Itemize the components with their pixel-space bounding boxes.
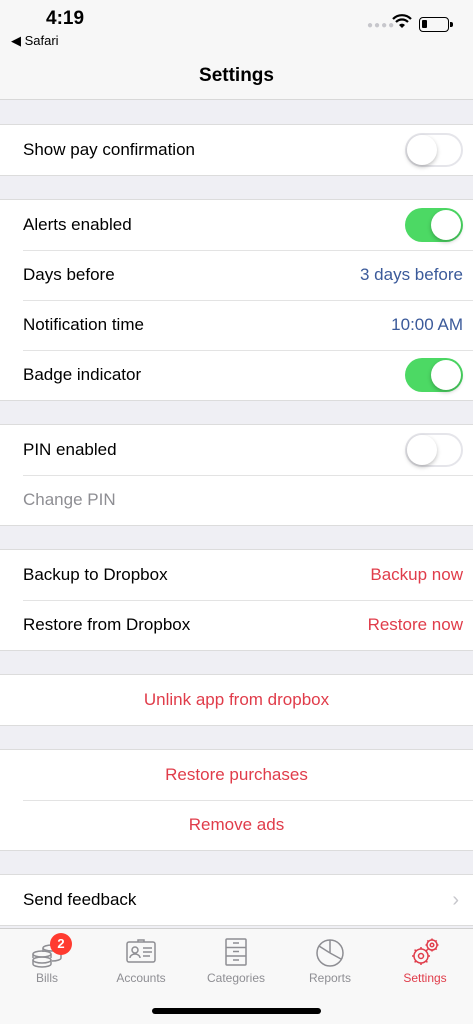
nav-bar: Settings	[0, 56, 473, 100]
feedback-section: Send feedback ›	[0, 874, 473, 926]
tab-reports[interactable]: Reports	[283, 935, 377, 985]
status-bar: 4:19 ◀ Safari ●●●●	[0, 0, 473, 56]
days-before-value[interactable]: 3 days before	[360, 265, 463, 285]
purchases-section: Restore purchases Remove ads	[0, 749, 473, 851]
row-label: Alerts enabled	[23, 215, 132, 234]
row-label: Show pay confirmation	[23, 140, 195, 159]
tab-categories[interactable]: Categories	[189, 935, 283, 985]
row-badge-indicator: Badge indicator	[0, 350, 473, 400]
row-days-before[interactable]: Days before 3 days before	[0, 250, 473, 300]
notification-time-value[interactable]: 10:00 AM	[391, 315, 463, 335]
restore-purchases-button[interactable]: Restore purchases	[0, 750, 473, 800]
row-label: Backup to Dropbox	[23, 565, 168, 584]
badge-indicator-toggle[interactable]	[405, 358, 463, 392]
pay-section: Show pay confirmation	[0, 124, 473, 176]
row-send-feedback[interactable]: Send feedback ›	[0, 875, 473, 925]
row-change-pin[interactable]: Change PIN	[0, 475, 473, 525]
page-title: Settings	[199, 65, 274, 86]
chevron-right-icon: ›	[452, 888, 459, 911]
tab-label: Categories	[206, 971, 266, 985]
tab-bills[interactable]: 2 Bills	[0, 933, 94, 985]
row-alerts-enabled: Alerts enabled	[0, 200, 473, 250]
remove-ads-button[interactable]: Remove ads	[0, 800, 473, 850]
row-notification-time[interactable]: Notification time 10:00 AM	[0, 300, 473, 350]
tab-label: Reports	[308, 971, 352, 985]
signal-icon: ●●●●	[367, 20, 396, 31]
show-pay-confirmation-toggle[interactable]	[405, 133, 463, 167]
cabinet-icon	[225, 938, 247, 966]
alerts-section: Alerts enabled Days before 3 days before…	[0, 199, 473, 401]
remove-ads-label: Remove ads	[188, 815, 285, 834]
change-pin-label[interactable]: Change PIN	[23, 490, 463, 510]
back-to-safari-link[interactable]: ◀ Safari	[11, 33, 59, 49]
tab-settings[interactable]: Settings	[378, 935, 472, 985]
restore-purchases-label: Restore purchases	[165, 765, 308, 784]
row-label: Badge indicator	[23, 365, 142, 384]
row-label: Restore from Dropbox	[23, 615, 191, 634]
pin-enabled-toggle[interactable]	[405, 433, 463, 467]
tab-label: Settings	[403, 971, 447, 985]
pie-chart-icon	[316, 939, 344, 967]
pin-section: PIN enabled Change PIN	[0, 424, 473, 526]
row-restore-dropbox: Restore from Dropbox Restore now	[0, 600, 473, 650]
home-indicator[interactable]	[152, 1008, 321, 1014]
restore-now-button[interactable]: Restore now	[368, 615, 463, 635]
row-backup-dropbox: Backup to Dropbox Backup now	[0, 550, 473, 600]
id-card-icon	[126, 939, 156, 963]
settings-list: Show pay confirmation Alerts enabled Day…	[0, 101, 473, 926]
backup-now-button[interactable]: Backup now	[370, 565, 463, 585]
row-show-pay-confirmation: Show pay confirmation	[0, 125, 473, 175]
gears-icon	[412, 938, 439, 965]
wifi-icon	[392, 14, 412, 28]
row-label: Notification time	[23, 315, 144, 334]
unlink-section: Unlink app from dropbox	[0, 674, 473, 726]
tab-accounts[interactable]: Accounts	[94, 935, 188, 985]
tab-label: Accounts	[116, 971, 166, 985]
unlink-dropbox-label: Unlink app from dropbox	[143, 690, 330, 709]
row-label: Days before	[23, 265, 115, 284]
dropbox-section: Backup to Dropbox Backup now Restore fro…	[0, 549, 473, 651]
unlink-dropbox-button[interactable]: Unlink app from dropbox	[0, 675, 473, 725]
status-time: 4:19	[46, 8, 85, 29]
bills-badge: 2	[50, 933, 72, 955]
row-pin-enabled: PIN enabled	[0, 425, 473, 475]
row-label: Send feedback	[23, 890, 137, 909]
battery-icon	[419, 17, 453, 32]
alerts-enabled-toggle[interactable]	[405, 208, 463, 242]
tab-label: Bills	[35, 971, 58, 985]
row-label: PIN enabled	[23, 440, 117, 459]
